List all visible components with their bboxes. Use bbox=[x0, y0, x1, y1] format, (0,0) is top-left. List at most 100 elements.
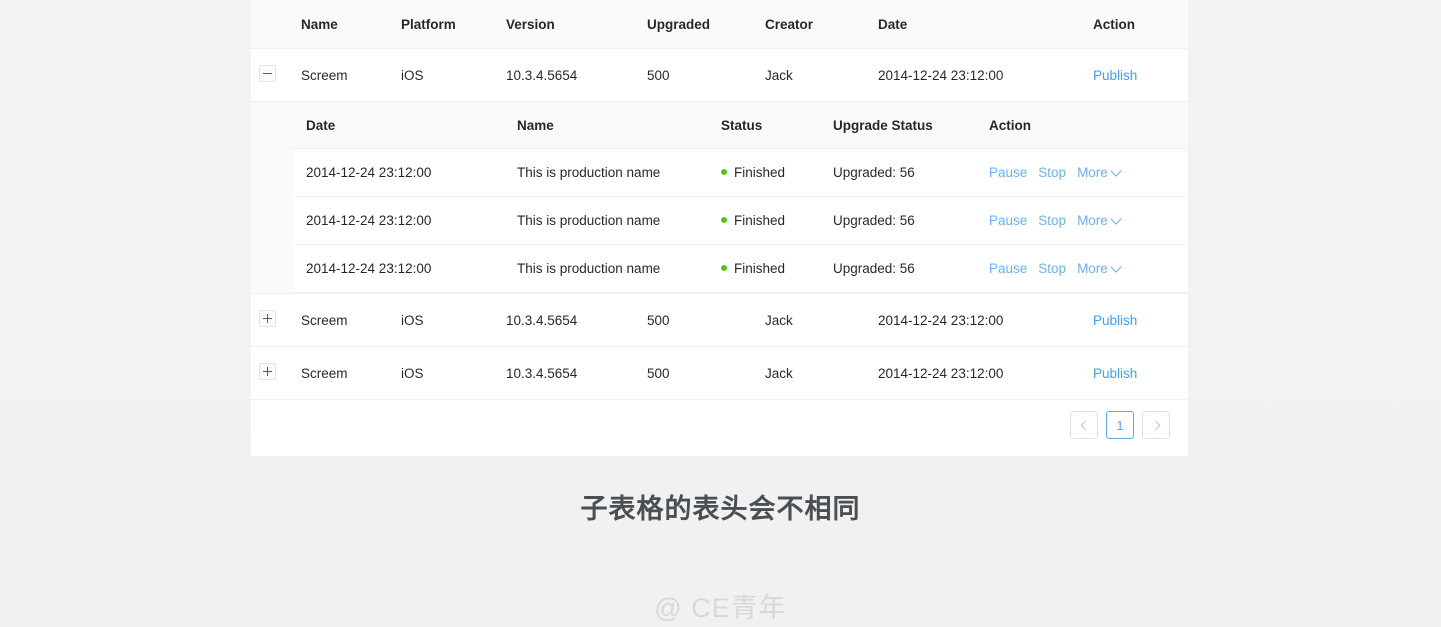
pagination[interactable]: 1 bbox=[1070, 411, 1170, 439]
stop-link[interactable]: Stop bbox=[1038, 213, 1066, 228]
status-dot-icon bbox=[721, 265, 727, 272]
expand-cell[interactable] bbox=[251, 293, 293, 347]
sub-cell-name: This is production name bbox=[509, 244, 713, 293]
sub-cell-upgrade-status: Upgraded: 56 bbox=[825, 196, 981, 245]
sub-header-status: Status bbox=[713, 102, 825, 149]
chevron-left-icon bbox=[1080, 420, 1090, 430]
more-dropdown[interactable]: More bbox=[1077, 164, 1122, 180]
main-header-date: Date bbox=[870, 0, 1085, 49]
expand-cell[interactable] bbox=[251, 48, 293, 102]
sub-cell-status: Finished bbox=[713, 148, 825, 197]
sub-cell-action[interactable]: Pause Stop More bbox=[981, 148, 1188, 197]
stop-link[interactable]: Stop bbox=[1038, 261, 1066, 276]
cell-version: 10.3.4.5654 bbox=[498, 293, 639, 347]
watermark: @ CE青年 bbox=[654, 593, 787, 623]
minus-square-icon[interactable] bbox=[259, 65, 276, 82]
cell-creator: Jack bbox=[757, 48, 870, 102]
cell-version: 10.3.4.5654 bbox=[498, 48, 639, 102]
sub-cell-name: This is production name bbox=[509, 148, 713, 197]
sub-table-header: Date Name Status Upgrade Status Action bbox=[293, 102, 1188, 149]
sub-cell-status: Finished bbox=[713, 244, 825, 293]
chevron-down-icon bbox=[1110, 260, 1122, 273]
cell-action[interactable]: Publish bbox=[1085, 48, 1188, 102]
cell-platform: iOS bbox=[393, 48, 498, 102]
status-dot-icon bbox=[721, 169, 727, 176]
sub-header-upgrade-status: Upgrade Status bbox=[825, 102, 981, 149]
main-table: Name Platform Version Upgraded Creator D… bbox=[251, 0, 1188, 400]
more-dropdown[interactable]: More bbox=[1077, 212, 1122, 228]
sub-header-action: Action bbox=[981, 102, 1188, 149]
status-label: Finished bbox=[734, 165, 786, 180]
main-header-upgraded: Upgraded bbox=[639, 0, 757, 49]
sub-table: Date Name Status Upgrade Status Action 2… bbox=[293, 102, 1188, 293]
table-row[interactable]: Screem iOS 10.3.4.5654 500 Jack 2014-12-… bbox=[251, 293, 1188, 347]
sub-cell-action[interactable]: Pause Stop More bbox=[981, 244, 1188, 293]
sub-cell-upgrade-status: Upgraded: 56 bbox=[825, 244, 981, 293]
action-links: Pause Stop More bbox=[989, 164, 1122, 180]
sub-table-row[interactable]: 2014-12-24 23:12:00 This is production n… bbox=[293, 148, 1188, 197]
sub-cell-date: 2014-12-24 23:12:00 bbox=[293, 196, 509, 245]
more-link[interactable]: More bbox=[1077, 261, 1108, 276]
plus-square-icon[interactable] bbox=[259, 310, 276, 327]
cell-upgraded: 500 bbox=[639, 346, 757, 400]
table-row[interactable]: Screem iOS 10.3.4.5654 500 Jack 2014-12-… bbox=[251, 346, 1188, 400]
sub-cell-action[interactable]: Pause Stop More bbox=[981, 196, 1188, 245]
expand-cell[interactable] bbox=[251, 346, 293, 400]
more-dropdown[interactable]: More bbox=[1077, 260, 1122, 276]
pause-link[interactable]: Pause bbox=[989, 261, 1027, 276]
expanded-cell: Date Name Status Upgrade Status Action 2… bbox=[251, 101, 1188, 294]
publish-link[interactable]: Publish bbox=[1093, 366, 1137, 381]
sub-table-row[interactable]: 2014-12-24 23:12:00 This is production n… bbox=[293, 196, 1188, 245]
cell-date: 2014-12-24 23:12:00 bbox=[870, 48, 1085, 102]
cell-creator: Jack bbox=[757, 346, 870, 400]
main-header-expand bbox=[251, 0, 293, 49]
main-table-body: Screem iOS 10.3.4.5654 500 Jack 2014-12-… bbox=[251, 48, 1188, 400]
sub-table-row[interactable]: 2014-12-24 23:12:00 This is production n… bbox=[293, 244, 1188, 293]
action-links: Pause Stop More bbox=[989, 260, 1122, 276]
cell-action[interactable]: Publish bbox=[1085, 293, 1188, 347]
sub-cell-status: Finished bbox=[713, 196, 825, 245]
cell-action[interactable]: Publish bbox=[1085, 346, 1188, 400]
sub-cell-date: 2014-12-24 23:12:00 bbox=[293, 148, 509, 197]
pagination-page-1[interactable]: 1 bbox=[1106, 411, 1134, 439]
status-dot-icon bbox=[721, 217, 727, 224]
chevron-down-icon bbox=[1110, 164, 1122, 177]
status-label: Finished bbox=[734, 261, 786, 276]
more-link[interactable]: More bbox=[1077, 165, 1108, 180]
stop-link[interactable]: Stop bbox=[1038, 165, 1066, 180]
page-background: Name Platform Version Upgraded Creator D… bbox=[0, 0, 1441, 627]
page-caption: 子表格的表头会不相同 bbox=[580, 494, 861, 524]
main-header-version: Version bbox=[498, 0, 639, 49]
cell-name: Screem bbox=[293, 48, 393, 102]
plus-square-icon[interactable] bbox=[259, 363, 276, 380]
main-header-platform: Platform bbox=[393, 0, 498, 49]
cell-upgraded: 500 bbox=[639, 48, 757, 102]
main-header-creator: Creator bbox=[757, 0, 870, 49]
chevron-down-icon bbox=[1110, 212, 1122, 225]
pause-link[interactable]: Pause bbox=[989, 213, 1027, 228]
table-card: Name Platform Version Upgraded Creator D… bbox=[251, 0, 1188, 456]
cell-date: 2014-12-24 23:12:00 bbox=[870, 346, 1085, 400]
pagination-next-button[interactable] bbox=[1142, 411, 1170, 439]
main-header-row: Name Platform Version Upgraded Creator D… bbox=[251, 0, 1188, 49]
more-link[interactable]: More bbox=[1077, 213, 1108, 228]
publish-link[interactable]: Publish bbox=[1093, 313, 1137, 328]
cell-name: Screem bbox=[293, 346, 393, 400]
publish-link[interactable]: Publish bbox=[1093, 68, 1137, 83]
sub-cell-upgrade-status: Upgraded: 56 bbox=[825, 148, 981, 197]
cell-name: Screem bbox=[293, 293, 393, 347]
sub-cell-name: This is production name bbox=[509, 196, 713, 245]
table-row[interactable]: Screem iOS 10.3.4.5654 500 Jack 2014-12-… bbox=[251, 48, 1188, 102]
action-links: Pause Stop More bbox=[989, 212, 1122, 228]
nested-table-wrapper: Date Name Status Upgrade Status Action 2… bbox=[251, 102, 1188, 293]
cell-version: 10.3.4.5654 bbox=[498, 346, 639, 400]
sub-cell-date: 2014-12-24 23:12:00 bbox=[293, 244, 509, 293]
cell-date: 2014-12-24 23:12:00 bbox=[870, 293, 1085, 347]
main-table-header: Name Platform Version Upgraded Creator D… bbox=[251, 0, 1188, 49]
main-header-name: Name bbox=[293, 0, 393, 49]
sub-table-body: 2014-12-24 23:12:00 This is production n… bbox=[293, 148, 1188, 293]
cell-platform: iOS bbox=[393, 346, 498, 400]
pause-link[interactable]: Pause bbox=[989, 165, 1027, 180]
pagination-prev-button[interactable] bbox=[1070, 411, 1098, 439]
cell-platform: iOS bbox=[393, 293, 498, 347]
